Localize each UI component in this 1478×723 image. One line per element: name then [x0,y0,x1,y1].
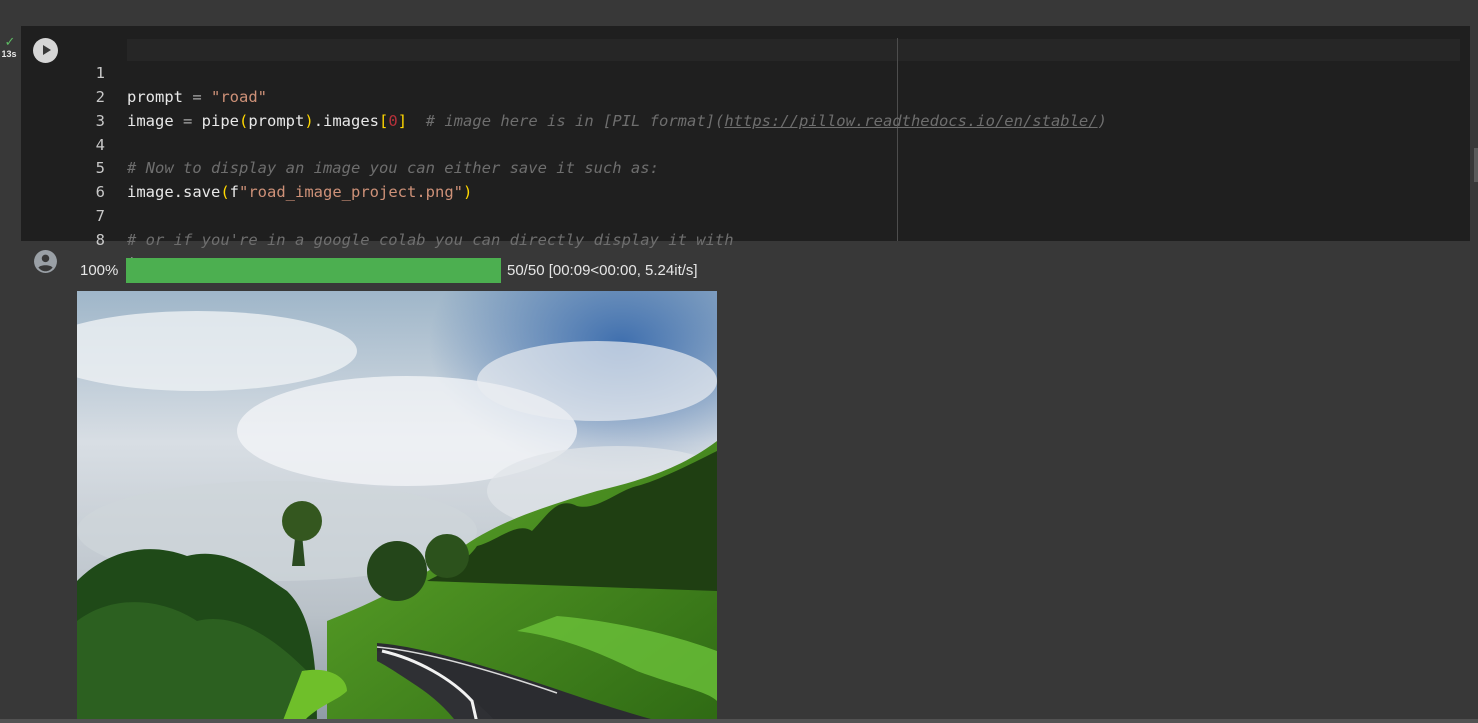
run-cell-button[interactable] [33,38,58,63]
account-circle-icon [34,250,57,273]
code-token: ( [239,111,249,130]
code-comment: ) [1097,111,1107,130]
code-token: ) [304,111,314,130]
code-comment: # Now to display an image you can either… [127,159,659,178]
divider [0,719,1478,723]
notebook-toolbar-area [0,0,1478,26]
code-token: f [229,183,240,202]
progress-bar [126,258,501,283]
code-number: 0 [388,111,398,130]
current-line-highlight [127,39,1460,61]
check-icon: ✓ [4,34,16,49]
progress-percent: 100% [80,262,119,279]
code-token: ( [220,183,230,202]
code-string: "road" [211,87,267,106]
line-number: 3 [95,111,105,130]
code-line[interactable]: 2 image = pipe(prompt).images[0] # image… [21,62,1107,130]
cell-execution-status: ✓ 13s [0,34,20,60]
code-line[interactable]: 3 [21,86,105,130]
code-token: .images [313,111,380,130]
execution-time: 13s [1,49,17,59]
code-token: = [183,87,211,106]
line-number: 2 [95,87,105,106]
code-cell[interactable]: 1 prompt = "road" 2 image = pipe(prompt)… [21,26,1470,273]
line-number: 6 [95,183,105,202]
code-comment-link[interactable]: https://pillow.readthedocs.io/en/stable/ [724,112,1097,130]
code-token: image [127,111,174,130]
line-number: 1 [95,63,105,82]
code-comment: # or if you're in a google colab you can… [127,231,734,250]
code-token: [ [379,111,389,130]
code-line[interactable]: 7 # or if you're in a google colab you c… [21,181,734,249]
code-token: ] [397,111,408,130]
progress-bar-fill [126,258,501,283]
line-number: 8 [95,231,105,250]
code-editor[interactable]: 1 prompt = "road" 2 image = pipe(prompt)… [21,38,1107,273]
code-comment: # image here is in [PIL format]( [407,111,725,130]
code-token: = [173,111,202,130]
code-token: pipe [201,111,239,130]
code-string: "road_image_project.png" [239,183,463,202]
code-line[interactable]: 5 image.save(f"road_image_project.png") [21,134,473,201]
code-line[interactable]: 6 [21,157,105,201]
column-ruler [897,38,898,241]
code-token: prompt [248,111,305,130]
code-token: ) [462,183,473,202]
line-number: 4 [95,135,105,154]
line-number: 7 [95,207,105,226]
code-token: prompt [127,87,183,106]
progress-status-text: 50/50 [00:09<00:00, 5.24it/s] [507,262,698,279]
line-number: 5 [95,159,105,178]
road-image-illustration [77,291,717,723]
code-line[interactable]: 8 image [21,205,174,273]
scrollbar-thumb[interactable] [1474,148,1478,182]
code-token: image.save [127,183,221,202]
generated-road-image [77,291,717,723]
code-line[interactable]: 4 # Now to display an image you can eith… [21,110,659,178]
